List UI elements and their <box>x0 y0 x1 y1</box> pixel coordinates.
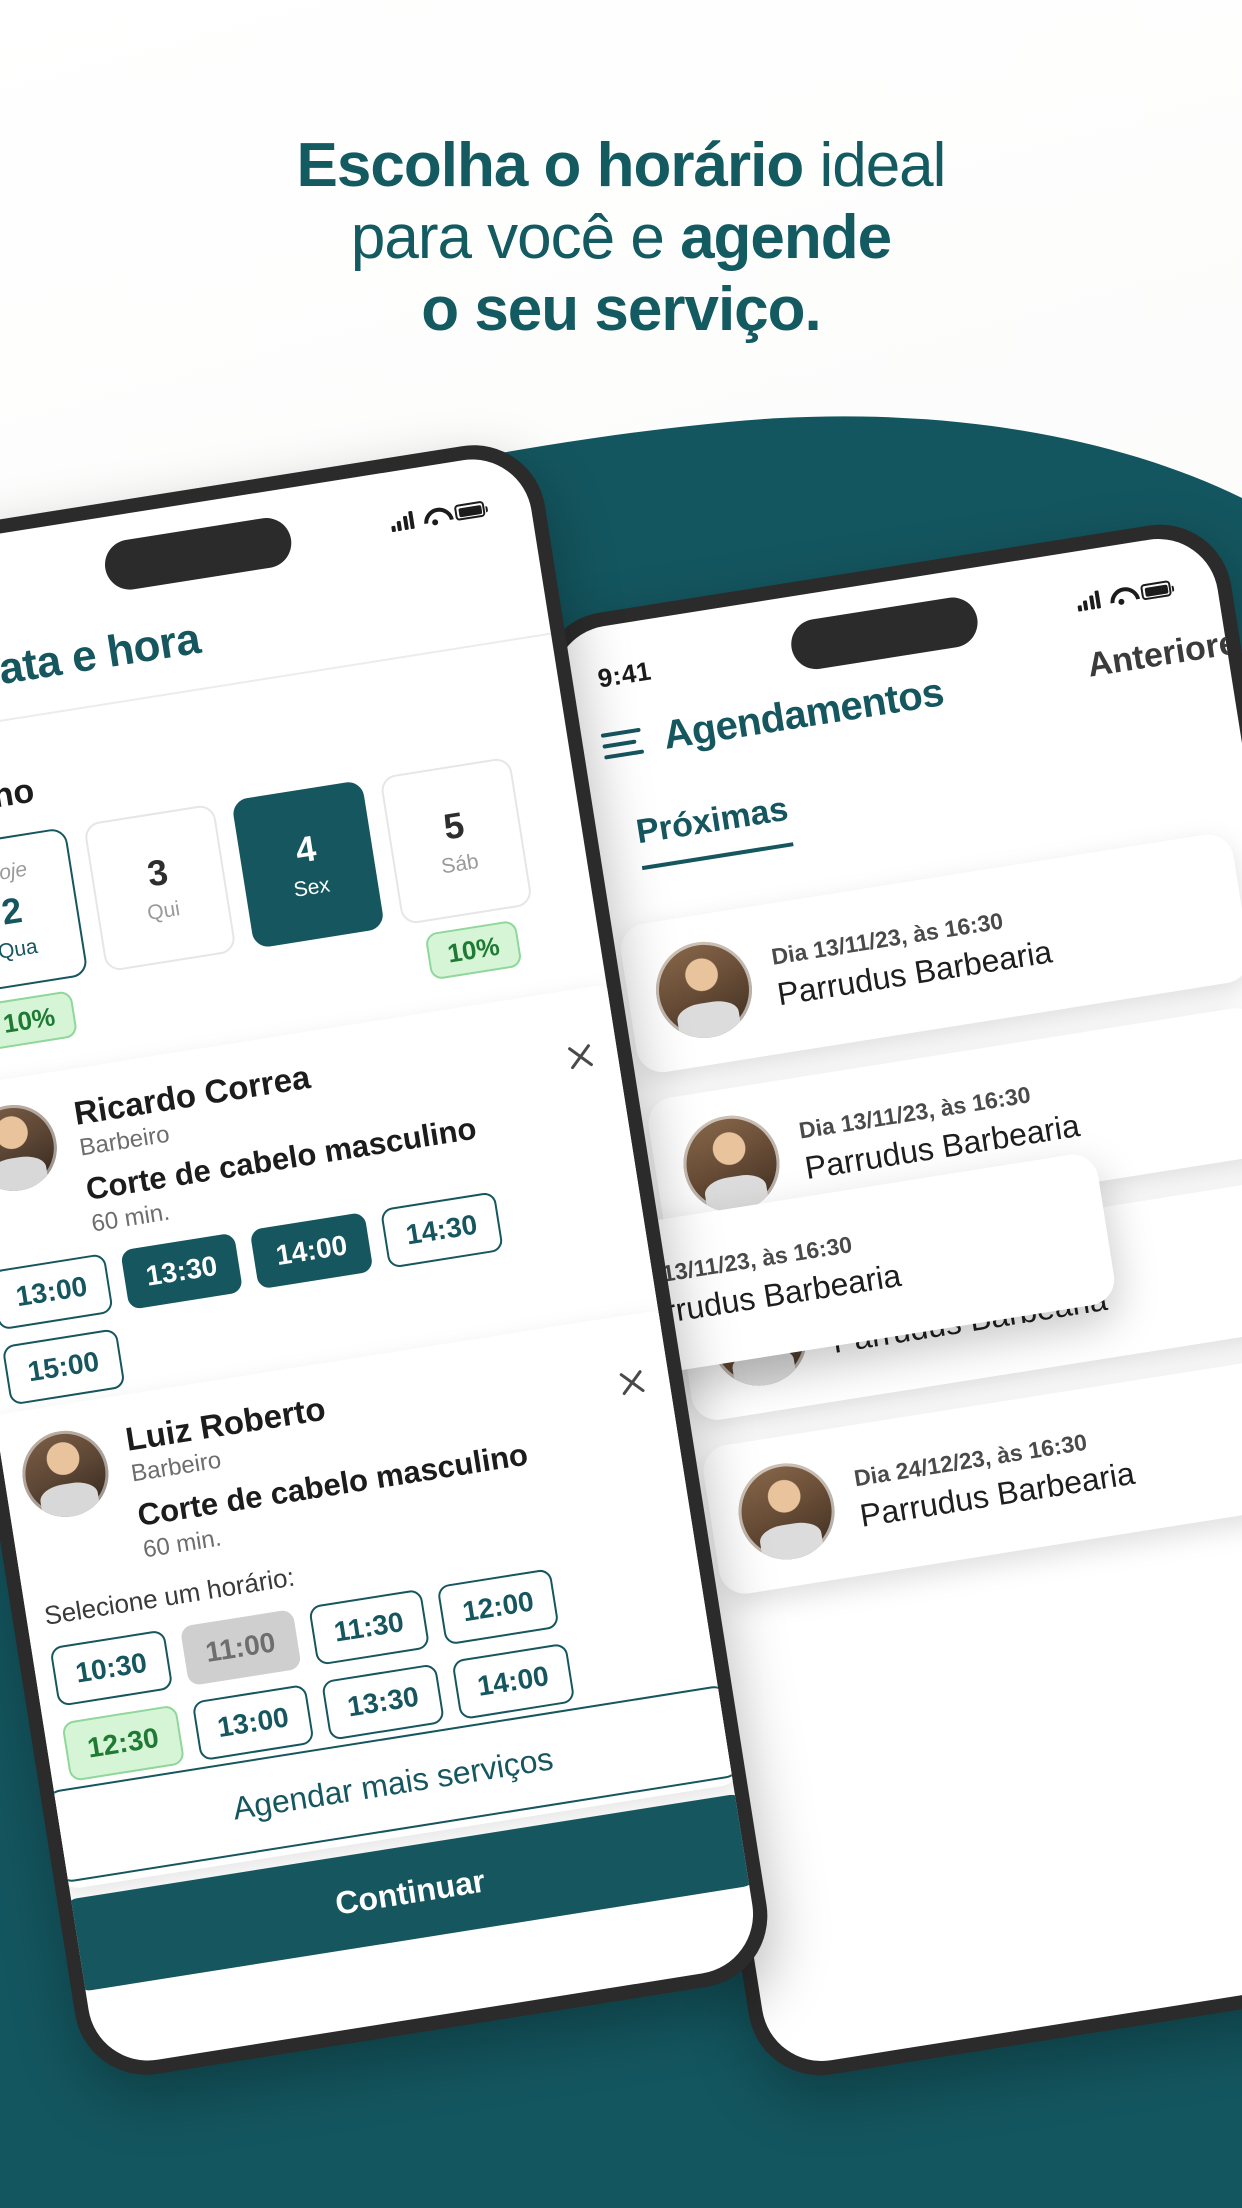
wifi-icon <box>1108 586 1132 606</box>
date-number: 3 <box>144 850 171 895</box>
time-slot[interactable]: 13:00 <box>191 1683 315 1762</box>
date-card-4[interactable]: 4 Sex <box>231 780 386 949</box>
headline-line-1: Escolha o horário ideal <box>0 130 1242 202</box>
date-weekday: Sex <box>292 873 332 902</box>
date-number: 5 <box>440 803 467 848</box>
time-slot[interactable]: 13:00 <box>0 1253 114 1331</box>
date-card-3[interactable]: 3 Qui <box>83 803 237 973</box>
appointment-meta: Dia 24/12/23, às 16:30 Parrudus Barbeari… <box>852 1422 1137 1535</box>
signal-bars-icon <box>389 510 415 533</box>
time-slot[interactable]: 14:30 <box>379 1191 504 1269</box>
time-slot[interactable]: 13:30 <box>321 1663 445 1741</box>
discount-badge: 10% <box>424 919 523 981</box>
battery-icon <box>1139 580 1173 601</box>
date-weekday: Qui <box>145 897 182 926</box>
date-card-2[interactable]: Hoje 2 Qua <box>0 826 89 996</box>
month-label: Julho <box>0 771 37 824</box>
headline-bold-2: agende <box>680 203 892 272</box>
wifi-icon <box>422 506 446 526</box>
time-slot[interactable]: 12:00 <box>436 1568 560 1646</box>
avatar <box>0 1098 64 1198</box>
date-card-5[interactable]: 5 Sáb <box>379 756 534 926</box>
time-slot[interactable]: 11:00 <box>179 1609 302 1687</box>
headline-bold-1: Escolha o horário <box>296 131 805 200</box>
time-slot[interactable]: 13:30 <box>119 1232 244 1310</box>
badge-slot-3 <box>257 940 395 1007</box>
promo-screenshot-stage: Escolha o horário ideal para você e agen… <box>0 0 1242 2208</box>
date-weekday: Sáb <box>439 849 481 879</box>
time-slot[interactable]: 15:00 <box>1 1328 126 1406</box>
headline-rest-1: ideal <box>803 131 946 200</box>
tab-proximas[interactable]: Próximas <box>633 789 794 871</box>
status-time: 9:41 <box>595 654 654 693</box>
time-slot[interactable]: 14:00 <box>249 1211 374 1290</box>
headline-bold-3: o seu serviço. <box>421 275 822 344</box>
date-weekday: Qua <box>0 934 40 964</box>
status-icons <box>389 500 486 533</box>
avatar <box>649 935 759 1045</box>
battery-icon <box>453 500 486 522</box>
date-number: 4 <box>292 827 319 871</box>
time-slot[interactable]: 12:30 <box>61 1704 185 1782</box>
badge-slot-2 <box>108 963 246 1030</box>
close-icon[interactable] <box>615 1365 649 1399</box>
time-slot[interactable]: 14:00 <box>451 1642 575 1721</box>
badge-slot-1: 10% <box>0 987 98 1054</box>
appointment-meta: Dia 13/11/23, às 16:30 Parrudus Barbeari… <box>770 901 1055 1014</box>
status-icons <box>1075 579 1173 612</box>
screen-title: Data e hora <box>0 613 204 699</box>
page-title: Escolha o horário ideal para você e agen… <box>0 130 1242 346</box>
time-slot[interactable]: 11:30 <box>307 1588 430 1666</box>
headline-rest-2: para você e <box>350 203 681 272</box>
discount-badge: 10% <box>0 990 79 1051</box>
avatar <box>16 1424 115 1524</box>
close-icon[interactable] <box>563 1039 597 1073</box>
headline-line-3: o seu serviço. <box>0 274 1242 346</box>
avatar <box>731 1456 842 1567</box>
headline-line-2: para você e agende <box>0 202 1242 274</box>
date-number: 2 <box>0 889 25 933</box>
time-slot[interactable]: 10:30 <box>49 1629 174 1707</box>
hamburger-menu-icon[interactable] <box>600 727 645 760</box>
date-today-label: Hoje <box>0 857 29 888</box>
badge-slot-4: 10% <box>405 917 543 984</box>
signal-bars-icon <box>1075 590 1102 612</box>
